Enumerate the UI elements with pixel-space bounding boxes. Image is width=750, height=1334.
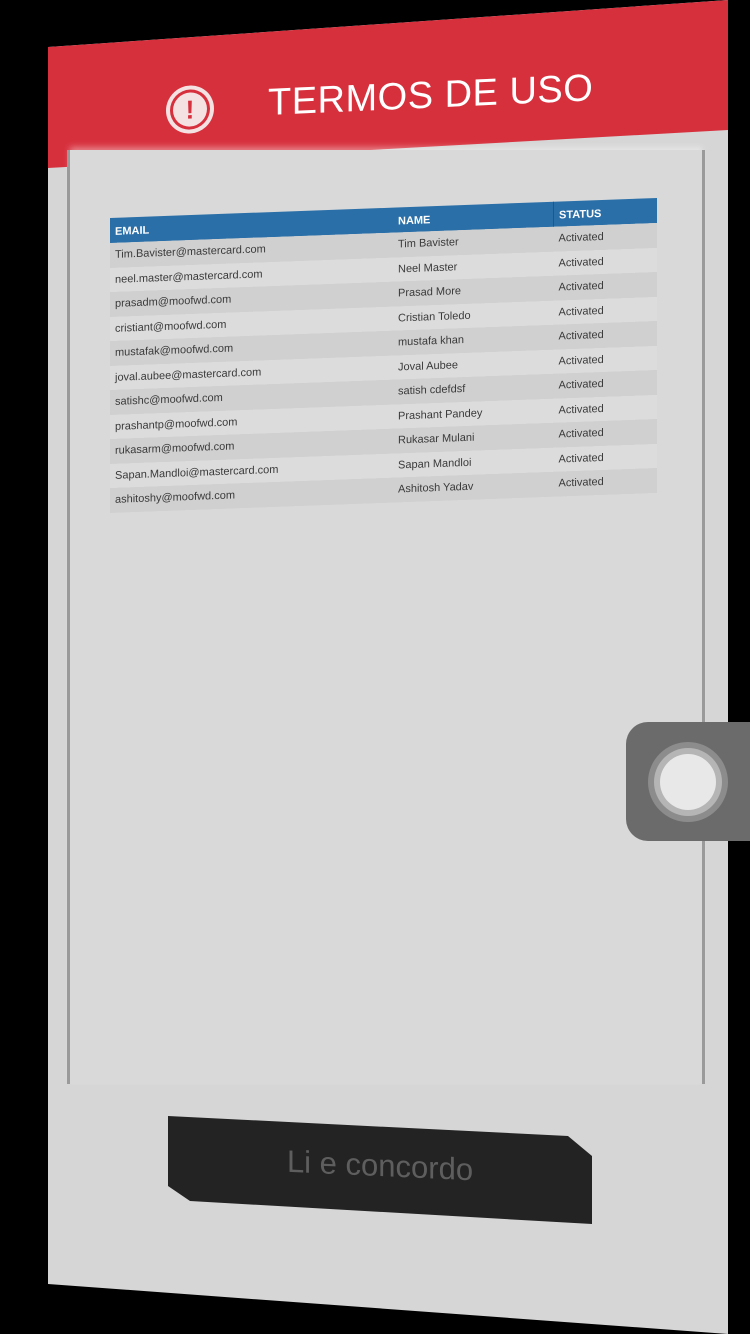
alert-icon: ! [166,84,214,135]
page-title: TERMOS DE USO [268,67,594,125]
terms-document-panel[interactable]: EMAIL NAME STATUS Tim.Bavister@mastercar… [70,150,702,1084]
cell-status: Activated [553,467,657,497]
column-header-status: STATUS [553,197,657,227]
cell-name: Ashitosh Yadav [393,471,554,503]
agree-button[interactable]: Li e concordo [168,1116,592,1224]
app-screen: ! TERMOS DE USO EMAIL NAME STATUS Tim.Ba… [48,0,728,1334]
alert-icon-glyph: ! [173,91,207,128]
users-table-container: EMAIL NAME STATUS Tim.Bavister@mastercar… [110,197,657,513]
assistive-touch-icon [648,741,728,822]
users-table: EMAIL NAME STATUS Tim.Bavister@mastercar… [110,197,657,513]
assistive-touch-button[interactable] [626,722,750,841]
table-body: Tim.Bavister@mastercard.com Tim Bavister A… [110,222,657,513]
agree-button-label: Li e concordo [286,1143,474,1188]
